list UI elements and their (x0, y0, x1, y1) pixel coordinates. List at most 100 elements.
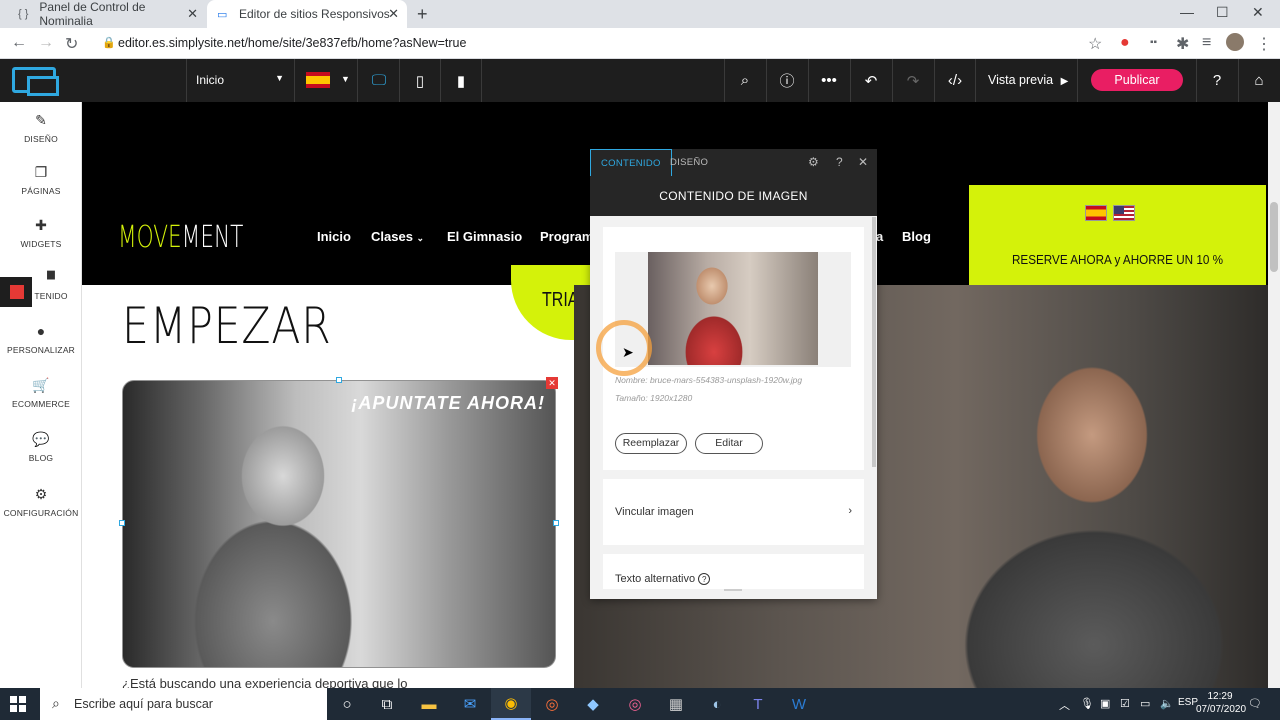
firefox-icon[interactable]: ◎ (532, 688, 572, 720)
close-tab-icon[interactable]: ✕ (187, 6, 198, 22)
info-icon[interactable]: ⓘ (766, 59, 807, 102)
tab-nominalia[interactable]: { } Panel de Control de Nominalia ✕ (8, 0, 206, 28)
microphone-icon[interactable]: 🎙 (1080, 697, 1094, 710)
app-logo-icon[interactable] (12, 67, 59, 96)
desktop-view-icon[interactable]: 🖵 (359, 59, 400, 102)
windows-start-icon[interactable] (10, 696, 26, 712)
settings-icon[interactable]: ⚙ (808, 155, 819, 169)
word-icon[interactable]: W (779, 688, 819, 720)
mail-icon[interactable]: ✉ (450, 688, 490, 720)
spain-flag-icon[interactable] (1085, 205, 1107, 221)
ime-icon[interactable]: ESP (1178, 697, 1198, 708)
alt-text-row[interactable]: Texto alternativo ? (603, 554, 864, 589)
url-field[interactable]: 🔒 editor.es.simplysite.net/home/site/3e8… (102, 36, 466, 50)
cortana-icon[interactable]: ○ (327, 688, 367, 720)
star-icon[interactable]: ☆ (1088, 34, 1102, 54)
notifications-icon[interactable]: 🗨 (1248, 697, 1262, 710)
teams-icon[interactable]: T (738, 688, 778, 720)
home-icon[interactable]: ⌂ (1238, 59, 1279, 102)
site-menu-blog[interactable]: Blog (902, 229, 931, 244)
puzzle-icon[interactable]: ✱ (1176, 34, 1189, 54)
site-menu-gimnasio[interactable]: El Gimnasio (447, 229, 522, 244)
link-image-row[interactable]: Vincular imagen › (603, 479, 864, 545)
scrollbar-thumb[interactable] (1270, 202, 1278, 272)
app-icon[interactable]: ◆ (573, 688, 613, 720)
booking-banner-text: RESERVE AHORA y AHORRE UN 10 % (1011, 252, 1224, 267)
avatar[interactable] (1226, 33, 1244, 51)
panel-resize-grip[interactable] (724, 589, 742, 591)
replace-button[interactable]: Reemplazar (615, 433, 687, 454)
resize-handle[interactable] (553, 520, 559, 526)
panel-scrollbar[interactable] (872, 217, 876, 467)
page-selector[interactable]: Inicio ▼ (186, 59, 295, 102)
sidebar-item-paginas[interactable]: ❐ PÁGINAS (0, 164, 82, 196)
sidebar-item-ecommerce[interactable]: 🛒 ECOMMERCE (0, 377, 82, 409)
selected-image[interactable]: ¡APUNTATE AHORA! (122, 380, 556, 668)
windows-taskbar: ⌕ Escribe aquí para buscar ○ ⧉ ▬ ✉ ◉ ◎ ◆… (0, 688, 1280, 720)
minimize-icon[interactable]: — (1180, 4, 1194, 20)
tab-label: Editor de sitios Responsivos (239, 7, 390, 21)
opera-icon[interactable]: ● (1120, 34, 1130, 52)
publish-button[interactable]: Publicar (1091, 69, 1183, 91)
tray-app-icon[interactable]: ▣ (1100, 697, 1110, 710)
resize-handle[interactable] (119, 520, 125, 526)
redo-icon[interactable]: ↷ (892, 59, 933, 102)
sidebar-item-diseno[interactable]: ✎ DISEÑO (0, 112, 82, 144)
sidebar-item-widgets[interactable]: ✚ WIDGETS (0, 217, 82, 249)
site-menu-programas[interactable]: Program (540, 229, 593, 244)
search-icon[interactable]: ⌕ (724, 59, 765, 102)
sidebar-item-configuracion[interactable]: ⚙ CONFIGURACIÓN (0, 486, 82, 518)
playlist-icon[interactable]: ≡ (1202, 34, 1211, 52)
sidebar-item-blog[interactable]: 💬 BLOG (0, 431, 82, 463)
extension-icon[interactable]: ▪▪ (1150, 37, 1157, 48)
system-clock[interactable]: 12:29 07/07/2020 (1196, 690, 1246, 716)
question-icon[interactable]: ? (698, 573, 711, 585)
tab-diseno[interactable]: DISEÑO (660, 149, 718, 176)
sidebar-item-personalizar[interactable]: ● PERSONALIZAR (0, 323, 82, 355)
network-icon[interactable]: ▭ (1140, 697, 1150, 710)
image-thumbnail[interactable] (648, 252, 818, 365)
recording-indicator-icon[interactable] (0, 277, 32, 307)
language-selector[interactable]: ▼ (296, 59, 358, 102)
undo-icon[interactable]: ↶ (850, 59, 891, 102)
usa-flag-icon[interactable] (1113, 205, 1135, 221)
section-heading[interactable]: EMPEZAR (122, 297, 332, 355)
lock-icon: 🔒 (102, 37, 116, 49)
edit-button[interactable]: Editar (695, 433, 763, 454)
site-menu-clases[interactable]: Clases ⌄ (371, 229, 424, 244)
preview-button[interactable]: Vista previa ▶ (975, 59, 1078, 102)
close-icon[interactable]: ✕ (858, 155, 868, 169)
menu-dots-icon[interactable]: ⋮ (1256, 34, 1272, 54)
new-tab-icon[interactable]: + (417, 4, 428, 25)
site-logo[interactable]: MOVEMENT (118, 220, 243, 255)
help-icon[interactable]: ? (836, 155, 843, 169)
chrome-icon[interactable]: ◉ (491, 688, 531, 720)
close-tab-icon[interactable]: ✕ (388, 6, 399, 22)
tablet-view-icon[interactable]: ▯ (400, 59, 441, 102)
site-menu-partial[interactable]: a (876, 229, 883, 244)
more-icon[interactable]: ••• (808, 59, 849, 102)
calculator-icon[interactable]: ▦ (656, 688, 696, 720)
file-explorer-icon[interactable]: ▬ (409, 688, 449, 720)
maximize-icon[interactable]: ☐ (1216, 4, 1229, 21)
tray-chevron-icon[interactable]: ︿ (1059, 697, 1070, 713)
tray-app-icon[interactable]: ☑ (1120, 697, 1130, 710)
task-view-icon[interactable]: ⧉ (367, 688, 407, 720)
sway-icon[interactable]: ◐ (697, 688, 737, 720)
delete-element-icon[interactable]: ✕ (546, 377, 558, 389)
volume-icon[interactable]: 🔈 (1160, 697, 1174, 710)
forward-icon[interactable]: → (38, 34, 54, 52)
page-scrollbar[interactable] (1268, 102, 1280, 688)
mobile-view-icon[interactable]: ▮ (441, 59, 482, 102)
taskbar-search[interactable]: ⌕ Escribe aquí para buscar (40, 688, 327, 720)
back-icon[interactable]: ← (11, 34, 27, 52)
site-menu-inicio[interactable]: Inicio (317, 229, 351, 244)
screen-recorder-icon[interactable]: ◎ (615, 688, 655, 720)
code-icon[interactable]: ‹/› (934, 59, 975, 102)
tab-editor[interactable]: ▭ Editor de sitios Responsivos ✕ (207, 0, 407, 28)
booking-banner[interactable]: RESERVE AHORA y AHORRE UN 10 % (969, 185, 1266, 285)
help-icon[interactable]: ? (1196, 59, 1237, 102)
reload-icon[interactable]: ↻ (65, 34, 78, 54)
resize-handle[interactable] (336, 377, 342, 383)
close-window-icon[interactable]: ✕ (1252, 4, 1264, 21)
